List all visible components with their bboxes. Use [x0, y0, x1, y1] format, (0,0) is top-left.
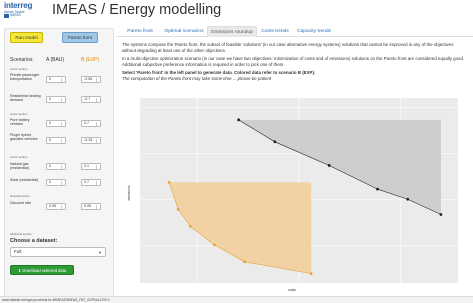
scenarios-label: Scenarios: [10, 57, 34, 63]
spinner-icon[interactable] [96, 165, 99, 169]
section-label: sector section [10, 112, 28, 116]
row-label-residential-heating: Residential heating demand [10, 94, 41, 103]
y-axis-label: emissions [127, 185, 131, 200]
dataset-value: Full [14, 249, 22, 254]
multiobjective-description: In a multi-objective optimization scenar… [122, 56, 465, 67]
value: 0 [49, 97, 51, 101]
natural-gas-a-input[interactable]: 0 [46, 163, 66, 170]
row-label-battery-vehicles: Pure battery vehicles [10, 118, 30, 127]
spinner-icon[interactable] [61, 122, 64, 126]
battery-vehicles-b-input[interactable]: 0.7 [81, 120, 101, 127]
private-transport-a-input[interactable]: 0 [46, 76, 66, 83]
spinner-icon[interactable] [61, 181, 64, 185]
patience-note: The computation of the Pareto front may … [122, 76, 272, 81]
value: -0.7 [84, 97, 91, 101]
plugin-hybrid-a-input[interactable]: 0 [46, 137, 66, 144]
value: 0.1 [84, 164, 89, 168]
tab-optimal-scenarios[interactable]: Optimal scenarios [161, 26, 207, 37]
spinner-icon[interactable] [96, 139, 99, 143]
pareto-chart: costs emissions [127, 98, 458, 292]
section-label: financial section [10, 194, 30, 198]
data-point-0-2 [327, 164, 331, 167]
row-label-natural-gas: Natural gas (residential) [10, 162, 29, 171]
pareto-description: The systems compose the Pareto front, th… [122, 42, 454, 53]
spinner-icon[interactable] [96, 181, 99, 185]
solar-b-input[interactable]: 0.7 [81, 179, 101, 186]
logo-brand: interreg [4, 1, 33, 10]
discount-rate-b-input[interactable]: 0.05 [81, 203, 101, 210]
page-title: IMEAS / Energy modelling [52, 2, 222, 18]
value: 0 [49, 121, 51, 125]
spinner-icon[interactable] [61, 78, 64, 82]
data-point-1-3 [213, 243, 216, 247]
data-point-0-4 [406, 197, 410, 201]
value: 0.7 [84, 180, 89, 184]
interreg-logo: interreg Alpine Space IMEAS [4, 2, 44, 20]
value: 0.05 [49, 204, 56, 208]
tab-costs-trends[interactable]: Costs trends [257, 26, 293, 37]
spinner-icon[interactable] [96, 78, 99, 82]
row-label-plugin-hybrid: Plugin hybrid gasoline vehicles [10, 133, 38, 142]
spinner-icon[interactable] [61, 205, 64, 209]
section-label: sector section [10, 67, 28, 71]
value: 0 [49, 180, 51, 184]
data-point-1-4 [243, 260, 247, 264]
scenario-a-header: A (BAU) [46, 57, 65, 63]
chevron-down-icon: ▼ [98, 250, 102, 255]
value: 0 [49, 164, 51, 168]
sidebar-panel: Run model Pareto front Scenarios: A (BAU… [4, 28, 114, 300]
residential-heating-a-input[interactable]: 0 [46, 96, 66, 103]
private-transport-b-input[interactable]: -0.55 [81, 76, 101, 83]
value: 0.7 [84, 121, 89, 125]
value: -0.55 [84, 77, 93, 81]
battery-vehicles-a-input[interactable]: 0 [46, 120, 66, 127]
section-label: sector section [10, 155, 28, 159]
data-point-1-0 [167, 180, 171, 184]
spinner-icon[interactable] [61, 98, 64, 102]
residential-heating-b-input[interactable]: -0.7 [81, 96, 101, 103]
data-point-1-1 [176, 208, 180, 211]
download-button[interactable]: ⬇ Download selected data [10, 265, 74, 275]
spinner-icon[interactable] [61, 165, 64, 169]
spinner-icon[interactable] [61, 139, 64, 143]
data-point-0-3 [376, 187, 379, 191]
spinner-icon[interactable] [96, 205, 99, 209]
status-bar-url: www.atlante-energia.provincia.bz.it/IMEA… [0, 296, 473, 303]
dataset-select[interactable]: Full ▼ [10, 247, 106, 257]
section-label: additional section [10, 232, 32, 236]
discount-rate-a-input[interactable]: 0.05 [46, 203, 66, 210]
spinner-icon[interactable] [96, 98, 99, 102]
row-label-private-transport: Private passenger transportation [10, 73, 39, 82]
row-label-solar: Solar (residential) [10, 178, 39, 182]
tab-bar: Pareto front Optimal scenarios Emissions… [117, 26, 473, 37]
x-axis-label: costs [288, 288, 296, 292]
row-label-discount-rate: Discount rate [10, 201, 32, 205]
data-point-0-5 [439, 213, 443, 216]
tab-pareto-front[interactable]: Pareto front [119, 26, 161, 37]
value: 0.05 [84, 204, 91, 208]
logo-eu-text: IMEAS [10, 13, 21, 17]
scenario-b-header: B (EXP) [81, 57, 100, 63]
data-point-1-2 [188, 224, 192, 228]
data-point-1-5 [309, 272, 313, 276]
data-point-0-0 [237, 118, 240, 122]
dataset-label: Choose a dataset: [10, 238, 58, 244]
plugin-hybrid-b-input[interactable]: -0.15 [81, 137, 101, 144]
spinner-icon[interactable] [96, 122, 99, 126]
value: -0.15 [84, 138, 93, 142]
main-content: The systems compose the Pareto front, th… [122, 42, 468, 84]
eu-flag-icon [4, 14, 9, 18]
data-point-0-1 [273, 140, 277, 144]
tab-emissions-roundup[interactable]: Emissions roundup [207, 26, 257, 37]
tab-capacity-trends[interactable]: Capacity trends [293, 26, 335, 37]
app-header: interreg Alpine Space IMEAS IMEAS / Ener… [0, 0, 473, 22]
natural-gas-b-input[interactable]: 0.1 [81, 163, 101, 170]
value: 0 [49, 138, 51, 142]
solar-a-input[interactable]: 0 [46, 179, 66, 186]
value: 0 [49, 77, 51, 81]
pareto-front-button[interactable]: Pareto front [62, 32, 98, 43]
run-model-button[interactable]: Run model [10, 32, 43, 43]
